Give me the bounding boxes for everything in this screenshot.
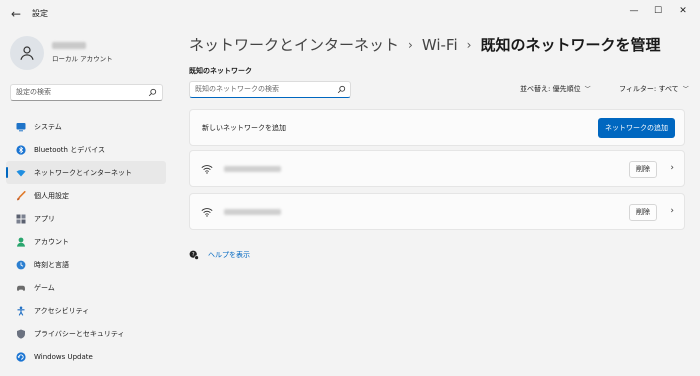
chevron-right-icon[interactable]: › <box>670 206 674 216</box>
account-type: ローカル アカウント <box>52 55 113 63</box>
breadcrumb-separator: › <box>408 37 413 52</box>
filter-label: フィルター: すべて <box>619 85 679 93</box>
sidebar-item-label: Bluetooth とデバイス <box>34 145 105 154</box>
minimize-button[interactable]: — <box>624 4 644 18</box>
chevron-right-icon[interactable]: › <box>670 163 674 173</box>
globe-clock-icon <box>16 260 26 270</box>
app-title: 設定 <box>32 9 48 18</box>
add-network-card: 新しいネットワークを追加 ネットワークの追加 <box>189 109 685 146</box>
sidebar-item-accessibility[interactable]: アクセシビリティ <box>6 299 166 322</box>
person-icon <box>20 46 34 60</box>
sidebar-nav: システム Bluetooth とデバイス ネットワークとインターネット 個人用設… <box>6 115 166 368</box>
bluetooth-icon <box>16 144 26 155</box>
breadcrumb-separator: › <box>466 37 472 52</box>
title-bar: ← 設定 — ☐ ✕ <box>0 0 700 28</box>
sidebar-item-label: 個人用設定 <box>34 191 69 200</box>
avatar <box>10 36 44 70</box>
sort-dropdown[interactable]: 並べ替え: 優先順位 ﹀ <box>520 84 591 94</box>
game-icon <box>16 283 26 293</box>
breadcrumb-network[interactable]: ネットワークとインターネット <box>189 34 399 55</box>
back-arrow-icon[interactable]: ← <box>8 6 24 22</box>
apps-icon <box>16 214 26 224</box>
wifi-icon <box>201 208 213 217</box>
sidebar-item-personalization[interactable]: 個人用設定 <box>6 184 166 207</box>
known-networks-search-input[interactable]: 既知のネットワークの検索 <box>189 81 351 98</box>
sidebar-item-label: アプリ <box>34 214 55 223</box>
sidebar-item-label: ネットワークとインターネット <box>34 168 132 177</box>
help-link[interactable]: ヘルプを表示 <box>208 250 250 260</box>
brush-icon <box>16 190 26 201</box>
svg-text:?: ? <box>192 252 195 258</box>
search-icon <box>148 88 157 97</box>
shield-icon <box>16 329 26 339</box>
sidebar-item-label: 時刻と言語 <box>34 260 69 269</box>
add-network-button[interactable]: ネットワークの追加 <box>598 118 675 138</box>
sidebar-item-system[interactable]: システム <box>6 115 166 138</box>
close-button[interactable]: ✕ <box>673 4 693 18</box>
help-icon: ? <box>189 250 199 260</box>
sidebar-item-bluetooth[interactable]: Bluetooth とデバイス <box>6 138 166 161</box>
user-name-redacted <box>52 42 86 49</box>
settings-search-input[interactable]: 設定の検索 <box>10 84 163 101</box>
sidebar-item-privacy[interactable]: プライバシーとセキュリティ <box>6 322 166 345</box>
sidebar-item-label: アクセシビリティ <box>34 306 90 315</box>
update-icon <box>16 351 26 362</box>
sidebar-item-time-language[interactable]: 時刻と言語 <box>6 253 166 276</box>
help-link-row[interactable]: ? ヘルプを表示 <box>189 250 250 260</box>
sidebar-item-label: アカウント <box>34 237 69 246</box>
page-title: 既知のネットワークを管理 <box>480 36 661 54</box>
breadcrumb: ネットワークとインターネット › Wi-Fi › 既知のネットワークを管理 <box>189 34 660 55</box>
wifi-icon <box>201 165 213 174</box>
network-row[interactable]: 削除 › <box>189 150 685 187</box>
network-name-redacted <box>224 166 281 172</box>
maximize-button[interactable]: ☐ <box>648 4 668 18</box>
sidebar-item-windows-update[interactable]: Windows Update <box>6 345 166 368</box>
delete-network-button[interactable]: 削除 <box>629 204 657 221</box>
chevron-down-icon: ﹀ <box>584 86 591 93</box>
sidebar-item-apps[interactable]: アプリ <box>6 207 166 230</box>
sidebar-item-gaming[interactable]: ゲーム <box>6 276 166 299</box>
account-icon <box>16 237 26 247</box>
network-row[interactable]: 削除 › <box>189 193 685 230</box>
filter-dropdown[interactable]: フィルター: すべて ﹀ <box>619 84 689 94</box>
search-icon <box>337 85 346 94</box>
sidebar-item-label: ゲーム <box>34 283 55 292</box>
system-icon <box>16 122 26 132</box>
breadcrumb-wifi[interactable]: Wi-Fi <box>422 36 458 54</box>
sidebar-item-network[interactable]: ネットワークとインターネット <box>6 161 166 184</box>
delete-network-button[interactable]: 削除 <box>629 161 657 178</box>
sidebar-item-label: システム <box>34 122 62 131</box>
add-network-label: 新しいネットワークを追加 <box>202 124 286 132</box>
settings-search-placeholder: 設定の検索 <box>16 88 51 96</box>
sidebar-item-accounts[interactable]: アカウント <box>6 230 166 253</box>
sidebar-item-label: Windows Update <box>34 352 93 361</box>
network-name-redacted <box>224 209 281 215</box>
network-icon <box>16 168 26 178</box>
chevron-down-icon: ﹀ <box>682 86 689 93</box>
known-networks-search-placeholder: 既知のネットワークの検索 <box>195 85 279 93</box>
sidebar-item-label: プライバシーとセキュリティ <box>34 329 125 338</box>
accessibility-icon <box>16 306 26 316</box>
sort-label: 並べ替え: 優先順位 <box>520 85 581 93</box>
known-networks-heading: 既知のネットワーク <box>189 67 252 75</box>
